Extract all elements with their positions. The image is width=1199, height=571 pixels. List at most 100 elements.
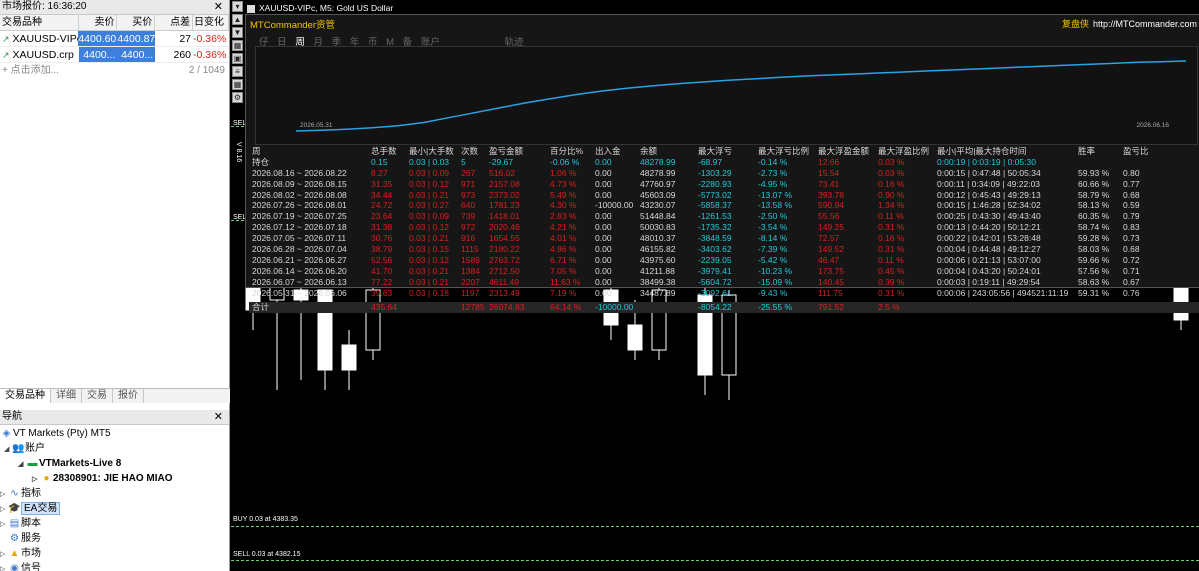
add-symbol-text: 点击添加... xyxy=(10,65,59,76)
cell-total-lots: 31.35 xyxy=(371,178,393,189)
collapse-icon[interactable]: ▷ xyxy=(0,547,8,562)
tab-symbols[interactable]: 交易品种 xyxy=(0,389,51,403)
table-row[interactable]: 合计 435.64 12785 26074.83 64.14 % -10000.00 -80… xyxy=(249,302,1199,314)
table-row[interactable]: 2026.05.31 ~ 2026.06.06 39.63 0.03 | 0.18 1… xyxy=(249,288,1199,299)
nav-broker[interactable]: ◈ VT Markets (Pty) MT5 xyxy=(0,426,229,441)
collapse-icon[interactable]: ▷ xyxy=(0,562,8,571)
table-row[interactable]: 2026.07.12 ~ 2026.07.18 31.38 0.03 | 0.12 9… xyxy=(249,222,1199,233)
cell-total-lots: 23.64 xyxy=(371,211,393,222)
sell-icon[interactable]: ▼ xyxy=(232,27,243,38)
cell-total-lots: 31.38 xyxy=(371,222,393,233)
col-spread[interactable]: 点差 xyxy=(155,15,194,30)
table-row[interactable]: ↗ XAUUSD.crp 4400... 4400... 260 -0.36% xyxy=(0,47,229,63)
cell-max-drawdown: -1735.32 xyxy=(698,222,732,233)
mtcommander-dialog[interactable]: MTCommander资管 复盘侠 http://MTCommander.com … xyxy=(245,14,1199,314)
nav-accounts-label: 账户 xyxy=(25,443,45,454)
table-row[interactable]: 2026.06.21 ~ 2026.06.27 52.56 0.03 | 0.12 1… xyxy=(249,255,1199,266)
table-row[interactable]: ↗ XAUUSD-VIPc 4400.60 4400.87 27 -0.36% xyxy=(0,31,229,47)
cell-min-max-lots: 0.03 | 0.21 xyxy=(409,189,450,200)
nav-signals[interactable]: ▷ ◉ 信号 xyxy=(0,561,229,571)
expand-icon[interactable]: ◢ xyxy=(18,457,26,472)
nav-accounts[interactable]: ◢ 👥账户 xyxy=(0,441,229,456)
cell-max-floating-profit: 149.25 xyxy=(818,222,844,233)
dialog-link-url[interactable]: http://MTCommander.com xyxy=(1093,19,1197,29)
tab-details[interactable]: 详细 xyxy=(51,389,82,403)
cell-count: 1115 xyxy=(461,244,479,255)
cell-balance: 51448.84 xyxy=(640,211,676,222)
nav-scripts[interactable]: ▷ ▤ 脚本 xyxy=(0,516,229,531)
nav-ea-label: EA交易 xyxy=(21,502,61,515)
add-symbol-row[interactable]: + 点击添加... 2 / 1049 xyxy=(0,63,229,79)
table-row[interactable]: 2026.07.05 ~ 2026.07.11 30.76 0.03 | 0.21 9… xyxy=(249,233,1199,244)
nav-market[interactable]: ▷ ▲ 市场 xyxy=(0,546,229,561)
cell-max-drawdown: -3092.61 xyxy=(698,287,732,298)
cell-count: 916 xyxy=(461,233,476,244)
table-row[interactable]: 2026.08.16 ~ 2026.08.22 8.27 0.03 | 0.09 26… xyxy=(249,168,1199,179)
cell-deposit: 0.00 xyxy=(595,265,612,276)
close-icon[interactable]: ✕ xyxy=(214,0,223,14)
table-row[interactable]: 2026.06.28 ~ 2026.07.04 38.79 0.03 | 0.15 1… xyxy=(249,244,1199,255)
grid-icon[interactable]: ▦ xyxy=(232,79,243,90)
buy-icon[interactable]: ▲ xyxy=(232,14,243,25)
col-ask[interactable]: 买价 xyxy=(117,15,156,30)
cell-total-lots: 52.56 xyxy=(371,254,393,265)
cell-deposit: 0.00 xyxy=(595,254,612,265)
cell-max-drawdown: -5773.02 xyxy=(698,189,732,200)
cell-pnl: -29.67 xyxy=(489,156,514,167)
nav-server[interactable]: ◢ ▬ VTMarkets-Live 8 xyxy=(0,456,229,471)
cell-max-floating-profit: 791.52 xyxy=(818,302,844,313)
nav-ea[interactable]: ▷ 🎓 EA交易 xyxy=(0,501,229,516)
collapse-icon[interactable]: ▷ xyxy=(0,517,8,532)
cell-max-drawdown-pct: -3.54 % xyxy=(758,222,788,233)
col-symbol[interactable]: 交易品种 xyxy=(0,15,79,30)
table-row[interactable]: 2026.08.09 ~ 2026.08.15 31.35 0.03 | 0.12 9… xyxy=(249,179,1199,190)
expand-icon[interactable]: ◢ xyxy=(4,442,12,457)
table-row[interactable]: 2026.06.14 ~ 2026.06.20 41.70 0.03 | 0.21 1… xyxy=(249,266,1199,277)
cell-deposit: 0.00 xyxy=(595,233,612,244)
cell-min-max-lots: 0.03 | 0.15 xyxy=(409,244,450,255)
nav-indicators[interactable]: ▷ ∿ 指标 xyxy=(0,486,229,501)
cell-max-drawdown-pct: -2.73 % xyxy=(758,167,788,178)
table-row[interactable]: 2026.08.02 ~ 2026.08.08 34.44 0.03 | 0.21 9… xyxy=(249,190,1199,201)
table-row[interactable]: 2026.06.07 ~ 2026.06.13 77.22 0.03 | 0.21 2… xyxy=(249,277,1199,288)
nav-indicators-label: 指标 xyxy=(21,488,41,499)
table-row[interactable]: 持仓 0.15 0.03 | 0.03 5 -29.67 -0.06 % 0.00 48278… xyxy=(249,157,1199,168)
table-row[interactable]: 周 总手数 最小|大手数 次数 盈亏金额 百分比% 出入金 余额 最大浮亏 最大浮亏比例 最大浮盈金… xyxy=(249,146,1199,157)
nav-server-label: VTMarkets-Live 8 xyxy=(39,458,122,469)
table-row[interactable]: 2026.07.26 ~ 2026.08.01 24.72 0.03 | 0.27 6… xyxy=(249,200,1199,211)
cell-balance: 34487.89 xyxy=(640,287,676,298)
cell-max-drawdown: -1303.29 xyxy=(698,167,732,178)
collapse-icon[interactable]: ▷ xyxy=(32,472,40,487)
dialog-link[interactable]: 复盘侠 http://MTCommander.com xyxy=(1062,17,1197,30)
cell-total-lots: 435.64 xyxy=(371,302,397,313)
cell-max-floating-profit-pct: 0.03 % xyxy=(878,156,905,167)
cell-deposit: 0.00 xyxy=(595,211,612,222)
cell-max-drawdown-pct: -7.39 % xyxy=(758,244,788,255)
nav-services[interactable]: ⚙ 服务 xyxy=(0,531,229,546)
cell-count: 2207 xyxy=(461,276,480,287)
settings-icon[interactable]: ⚙ xyxy=(232,92,243,103)
cell-balance: 48278.99 xyxy=(640,167,676,178)
list-icon[interactable]: ≡ xyxy=(232,66,243,77)
one-click-trading-icon[interactable]: ▾ xyxy=(232,1,243,12)
sell-order-line[interactable] xyxy=(231,560,1199,561)
cell-percent: 4.30 % xyxy=(550,200,577,211)
collapse-icon[interactable]: ▷ xyxy=(0,502,8,517)
cell-hold-time: 0:00:19 | 0:03:19 | 0:05:30 xyxy=(937,156,1036,167)
close-icon[interactable]: ✕ xyxy=(214,410,223,424)
cell-count: 12785 xyxy=(461,302,485,313)
tab-trading[interactable]: 交易 xyxy=(82,389,113,403)
cell-max-drawdown: -1261.53 xyxy=(698,211,732,222)
price-chart[interactable]: ▾ ▲ ▼ ▦ ▣ ≡ ▦ ⚙ XAUUSD-VIPc, M5: Gold US… xyxy=(231,0,1199,571)
table-row[interactable]: 2026.07.19 ~ 2026.07.25 23.64 0.03 | 0.09 7… xyxy=(249,211,1199,222)
cell-profit-ratio: 0.73 xyxy=(1123,233,1140,244)
buy-order-line[interactable] xyxy=(231,526,1199,527)
tab-ticks[interactable]: 报价 xyxy=(113,389,144,403)
collapse-icon[interactable]: ▷ xyxy=(0,487,8,502)
chart-icon[interactable]: ▦ xyxy=(232,40,243,51)
col-change[interactable]: 日变化 xyxy=(193,15,229,30)
nav-account[interactable]: ▷ ● 28308901: JIE HAO MIAO xyxy=(0,471,229,486)
window-icon[interactable]: ▣ xyxy=(232,53,243,64)
col-bid[interactable]: 卖价 xyxy=(79,15,118,30)
add-symbol-label[interactable]: + 点击添加... xyxy=(2,63,59,79)
